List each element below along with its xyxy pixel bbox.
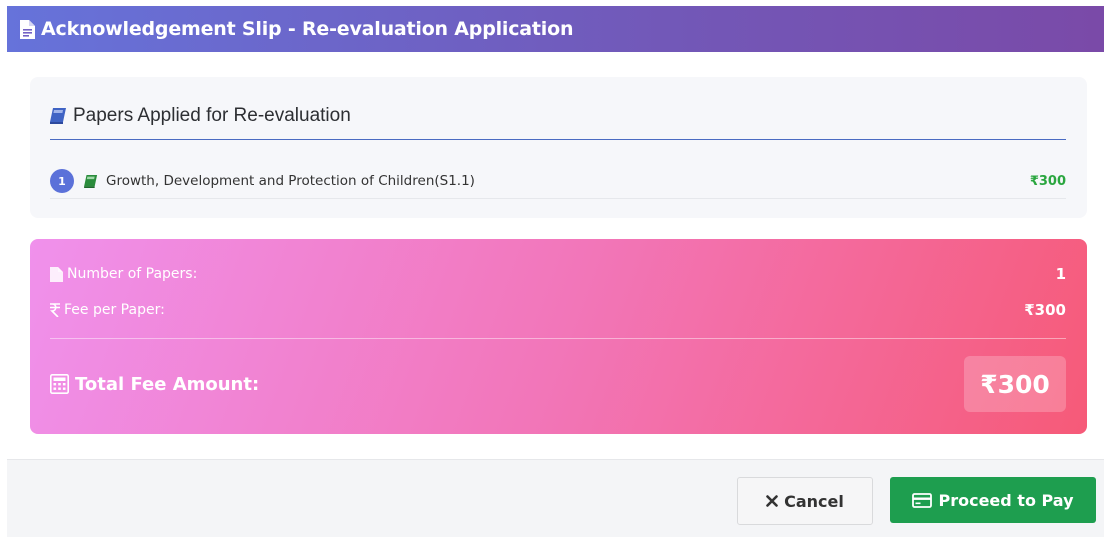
proceed-to-pay-button[interactable]: Proceed to Pay (890, 477, 1096, 523)
document-icon (19, 19, 35, 39)
calculator-icon (50, 374, 69, 394)
paper-name: Growth, Development and Protection of Ch… (106, 173, 475, 189)
close-icon (766, 495, 778, 507)
papers-card: Papers Applied for Re-evaluation 1 Growt… (30, 77, 1087, 218)
fee-per-paper-value: ₹300 (1024, 301, 1066, 319)
papers-count-row: Number of Papers: 1 (50, 265, 1066, 283)
divider (50, 139, 1066, 140)
papers-count-label: Number of Papers: (67, 266, 198, 282)
list-item: 1 Growth, Development and Protection of … (50, 164, 1066, 199)
divider (50, 338, 1066, 339)
book-icon (84, 174, 98, 188)
paper-fee: ₹300 (1029, 173, 1066, 189)
cancel-button-label: Cancel (784, 491, 844, 511)
papers-heading: Papers Applied for Re-evaluation (50, 105, 351, 127)
cancel-button[interactable]: Cancel (737, 477, 873, 525)
modal-header: Acknowledgement Slip - Re-evaluation App… (7, 6, 1104, 52)
papers-count-value: 1 (1055, 265, 1066, 283)
fee-summary-card: Number of Papers: 1 Fee per Paper: ₹300 … (30, 239, 1087, 434)
book-icon (50, 108, 67, 124)
rupee-icon (50, 303, 60, 317)
total-fee-label: Total Fee Amount: (75, 373, 260, 395)
total-fee-row: Total Fee Amount: ₹300 (50, 356, 1066, 412)
credit-card-icon (912, 492, 933, 508)
fee-per-paper-row: Fee per Paper: ₹300 (50, 301, 1066, 319)
proceed-to-pay-label: Proceed to Pay (938, 490, 1074, 510)
paper-index-badge: 1 (50, 169, 74, 193)
modal-footer: Cancel Proceed to Pay (7, 459, 1104, 537)
modal-title: Acknowledgement Slip - Re-evaluation App… (41, 18, 574, 40)
papers-heading-text: Papers Applied for Re-evaluation (73, 105, 351, 126)
fee-per-paper-label: Fee per Paper: (64, 302, 165, 318)
total-fee-value: ₹300 (964, 356, 1066, 412)
file-icon (50, 266, 63, 282)
